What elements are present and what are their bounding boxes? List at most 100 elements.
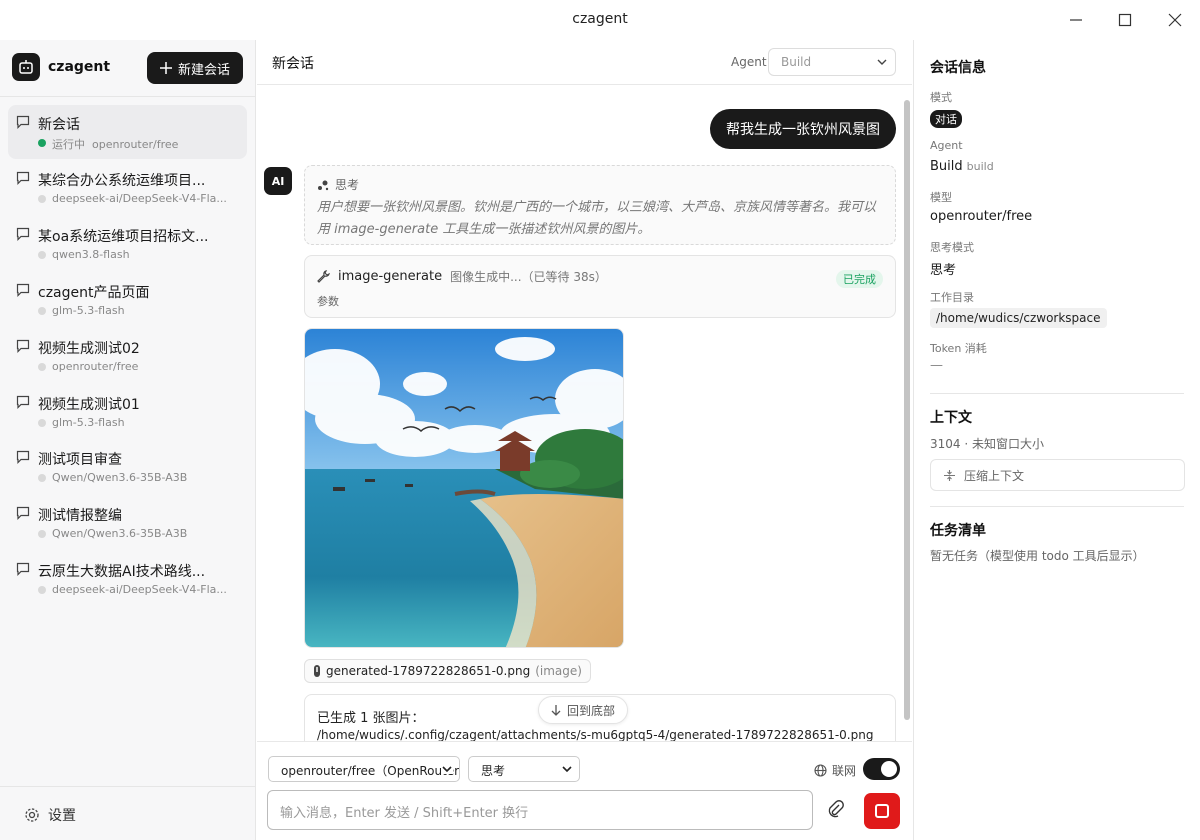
- session-meta: Qwen/Qwen3.6-35B-A3B: [52, 527, 187, 540]
- window-title: czagent: [572, 11, 628, 27]
- back-to-bottom-button[interactable]: 回到底部: [538, 696, 629, 724]
- maximize-button[interactable]: [1113, 8, 1137, 32]
- context-info: 3104 · 未知窗口大小: [930, 437, 1044, 451]
- compress-icon: [944, 469, 955, 481]
- thinking-text: 用户想要一张钦州风景图。钦州是广西的一个城市，以三娘湾、大芦岛、京族风情等著名。…: [317, 200, 877, 237]
- session-status: 运行中: [52, 138, 85, 151]
- tool-call-header: image-generate 图像生成中...（已等待 38s）: [317, 268, 607, 285]
- session-item[interactable]: 视频生成测试01 glm-5.3-flash: [8, 385, 247, 439]
- think-info-value: 思考: [930, 263, 957, 278]
- scrollbar-thumb[interactable]: [904, 100, 910, 720]
- thinking-mode-select[interactable]: 思考: [468, 756, 580, 782]
- image-file-icon: [314, 665, 320, 677]
- brand-name: czagent: [48, 59, 111, 75]
- session-item[interactable]: 某综合办公系统运维项目... deepseek-ai/DeepSeek-V4-Fl…: [8, 161, 247, 215]
- session-item[interactable]: 某oa系统运维项目招标文... qwen3.8-flash: [8, 217, 247, 271]
- wrench-icon: [317, 270, 330, 283]
- session-status-dot: [38, 307, 46, 315]
- agent-select-value: Build: [781, 55, 812, 69]
- model-info-label: 模型: [930, 191, 952, 204]
- message-input-placeholder: 输入消息，Enter 发送 / Shift+Enter 换行: [280, 806, 529, 821]
- context-title: 上下文: [930, 410, 972, 426]
- chat-bubble-icon: [16, 115, 30, 129]
- stop-button[interactable]: [864, 793, 900, 829]
- session-status-dot: [38, 530, 46, 538]
- status-badge: 已完成: [836, 270, 883, 288]
- stop-icon: [875, 804, 889, 818]
- ai-avatar: AI: [264, 167, 292, 195]
- new-chat-label: 新建会话: [177, 62, 230, 78]
- session-title: 视频生成测试01: [38, 397, 140, 413]
- model-select[interactable]: openrouter/free（OpenRouter）: [268, 756, 460, 782]
- workdir-label: 工作目录: [930, 291, 974, 304]
- agent-info-id: build: [966, 160, 994, 173]
- session-title: czagent产品页面: [38, 285, 150, 301]
- mode-badge: 对话: [930, 110, 962, 128]
- thinking-header: 思考: [317, 176, 359, 193]
- session-item[interactable]: 新会话 运行中 openrouter/free: [8, 105, 247, 159]
- session-title: 某综合办公系统运维项目...: [38, 173, 206, 189]
- agent-info-label: Agent: [930, 139, 963, 152]
- session-info-title: 会话信息: [930, 60, 986, 76]
- thinking-block[interactable]: 思考 用户想要一张钦州风景图。钦州是广西的一个城市，以三娘湾、大芦岛、京族风情等…: [304, 165, 896, 245]
- session-title: 某oa系统运维项目招标文...: [38, 229, 209, 245]
- compress-label: 压缩上下文: [964, 468, 1025, 483]
- web-search-text: 联网: [832, 764, 857, 778]
- session-status-dot: [38, 586, 46, 594]
- arrow-down-icon: [551, 705, 561, 716]
- thinking-mode-value: 思考: [481, 764, 506, 778]
- tool-name: image-generate: [338, 269, 443, 284]
- session-title: 测试情报整编: [38, 508, 122, 524]
- settings-button[interactable]: 设置: [24, 805, 76, 825]
- session-item[interactable]: 云原生大数据AI技术路线... deepseek-ai/DeepSeek-V4-F…: [8, 552, 247, 606]
- session-model: qwen3.8-flash: [52, 248, 130, 261]
- agent-info-name: Build: [930, 159, 963, 174]
- paperclip-icon: [828, 800, 844, 818]
- tool-args-toggle[interactable]: 参数: [317, 293, 339, 309]
- session-item[interactable]: 测试项目审查 Qwen/Qwen3.6-35B-A3B: [8, 440, 247, 494]
- chat-bubble-icon: [16, 171, 30, 185]
- session-info-panel: 会话信息 模式 对话 Agent Build build 模型 openroute…: [913, 40, 1200, 840]
- session-item[interactable]: 测试情报整编 Qwen/Qwen3.6-35B-A3B: [8, 496, 247, 550]
- attach-button[interactable]: [828, 800, 844, 822]
- new-chat-button[interactable]: 新建会话: [147, 52, 243, 84]
- session-status-dot: [38, 474, 46, 482]
- session-status-dot: [38, 363, 46, 371]
- result-path: /home/wudics/.config/czagent/attachments…: [317, 728, 874, 742]
- session-item[interactable]: 视频生成测试02 openrouter/free: [8, 329, 247, 383]
- session-meta: 运行中 openrouter/free: [38, 136, 178, 152]
- user-message: 帮我生成一张钦州风景图: [710, 109, 896, 149]
- generated-image[interactable]: [304, 328, 624, 648]
- close-button[interactable]: [1163, 8, 1187, 32]
- session-title: 视频生成测试02: [38, 341, 140, 357]
- thinking-label: 思考: [335, 178, 360, 192]
- agent-select[interactable]: Build: [768, 48, 896, 76]
- token-value: —: [930, 358, 943, 373]
- back-to-bottom-label: 回到底部: [567, 703, 616, 718]
- composer: openrouter/free（OpenRouter） 思考 联网 输入消息，E…: [257, 741, 912, 840]
- session-status-dot: [38, 419, 46, 427]
- file-attachment[interactable]: generated-1789722828651-0.png (image): [304, 659, 591, 683]
- globe-icon: [814, 764, 827, 777]
- chat-bubble-icon: [16, 562, 30, 576]
- message-input[interactable]: 输入消息，Enter 发送 / Shift+Enter 换行: [267, 790, 813, 830]
- sidebar-footer-divider: [0, 786, 255, 787]
- session-model: openrouter/free: [92, 138, 179, 151]
- mode-label: 模式: [930, 91, 952, 104]
- minimize-icon: [1070, 19, 1082, 21]
- chat-scrollbar[interactable]: [903, 86, 911, 740]
- sidebar: czagent 新建会话 新会话 运行中 openrouter/free 某综合办公…: [0, 40, 256, 840]
- session-meta: deepseek-ai/DeepSeek-V4-Fla...: [52, 192, 227, 205]
- session-title: 测试项目审查: [38, 452, 122, 468]
- chevron-down-icon: [441, 764, 453, 774]
- session-model: glm-5.3-flash: [52, 416, 125, 429]
- web-search-toggle[interactable]: [863, 758, 900, 780]
- toggle-knob: [881, 761, 897, 777]
- session-item[interactable]: czagent产品页面 glm-5.3-flash: [8, 273, 247, 327]
- session-model: Qwen/Qwen3.6-35B-A3B: [52, 527, 188, 540]
- session-model: glm-5.3-flash: [52, 304, 125, 317]
- brand-logo: [12, 53, 40, 81]
- minimize-button[interactable]: [1064, 8, 1088, 32]
- tool-call-card[interactable]: image-generate 图像生成中...（已等待 38s） 已完成 参数: [304, 255, 896, 318]
- compress-context-button[interactable]: 压缩上下文: [930, 459, 1185, 491]
